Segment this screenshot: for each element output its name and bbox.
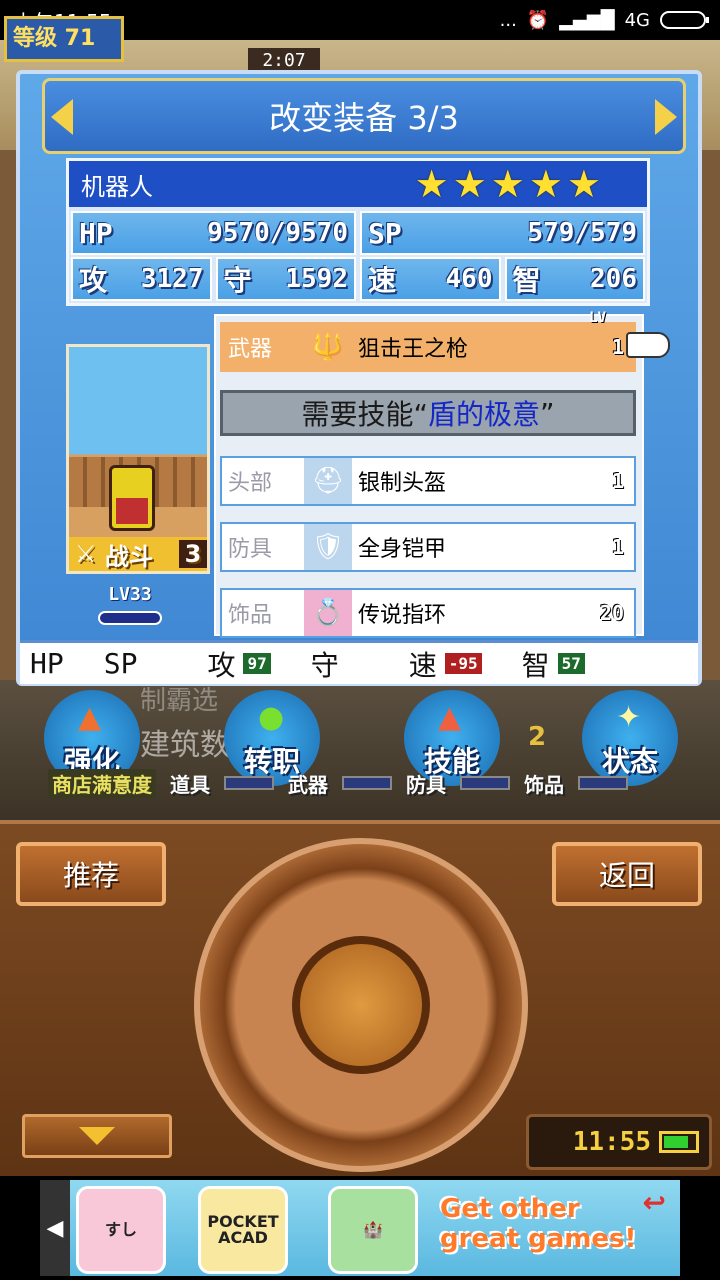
- star-icon: ★: [528, 162, 563, 206]
- previous-arrow-icon[interactable]: [51, 99, 73, 135]
- character-name: 机器人: [81, 172, 153, 201]
- change-equipment-dialog: 改变装备 3/3 机器人 ★ ★ ★ ★ ★ HP 9570/9570 SP 5…: [16, 70, 702, 686]
- control-pad-area: 推荐 返回 11:55: [0, 820, 720, 1176]
- stat-row-attributes: 攻 3127 守 1592 速 460 智 206: [71, 257, 645, 301]
- armor-gauge: [460, 776, 510, 790]
- bg-building-label: 建筑数: [140, 728, 230, 763]
- battery-icon: [660, 11, 709, 29]
- category-weapon: 武器: [288, 772, 328, 797]
- level-badge: 等级 71: [4, 16, 124, 62]
- weapon-gauge: [342, 776, 392, 790]
- category-item: 道具: [170, 772, 210, 797]
- intelligence-stat: 智 206: [504, 257, 645, 301]
- status-icons: ... ⏰ ▂▄▆█ 4G: [499, 9, 709, 31]
- bg-building-count: 2: [528, 722, 547, 752]
- up-arrow-icon: ▲: [78, 700, 102, 735]
- next-arrow-icon[interactable]: [655, 99, 677, 135]
- ad-content[interactable]: ◀ すし POCKET ACAD 🏰 Get other great games…: [40, 1180, 680, 1276]
- sword-icon: ⚔: [75, 540, 97, 568]
- stat-row-hp-sp: HP 9570/9570 SP 579/579: [71, 211, 645, 255]
- shop-satisfaction-row: 商店满意度 道具 武器 防具 饰品: [48, 766, 658, 800]
- ad-link-arrow-icon: ↩: [642, 1186, 666, 1219]
- ad-cta-text[interactable]: Get other great games!: [440, 1194, 670, 1254]
- equip-slot-armor[interactable]: 防具 🛡 全身铠甲 1: [220, 522, 636, 572]
- bonus-defense: 守: [310, 648, 339, 682]
- equip-slot-head[interactable]: 头部 ⛑ 银制头盔 1: [220, 456, 636, 506]
- sparkle-icon: ✦: [616, 700, 642, 735]
- directional-pad[interactable]: [194, 838, 528, 1172]
- dots-icon: ...: [499, 9, 517, 31]
- ad-app-pocket-academy[interactable]: POCKET ACAD: [198, 1186, 288, 1274]
- bonus-intelligence: 智 57: [522, 644, 585, 684]
- ad-banner[interactable]: ◀ すし POCKET ACAD 🏰 Get other great games…: [0, 1176, 720, 1280]
- armor-icon: 🛡: [304, 524, 352, 570]
- game-clock: 11:55: [526, 1114, 712, 1170]
- speed-stat: 速 460: [360, 257, 501, 301]
- bonus-hp: HP: [30, 647, 64, 680]
- category-armor: 防具: [406, 772, 446, 797]
- pointing-hand-icon: [626, 332, 670, 358]
- stat-change-row: HP SP 攻 97 守 速 -95 智 57: [20, 640, 698, 684]
- star-icon: ★: [414, 162, 449, 206]
- required-skill-notice: 需要技能“ 盾的极意”: [220, 390, 636, 436]
- shop-satisfaction-label: 商店满意度: [48, 768, 156, 798]
- ring-icon: 💍: [304, 590, 352, 636]
- accessory-gauge: [578, 776, 628, 790]
- robot-sprite: [109, 465, 155, 531]
- job-badge: ⚔ 战斗 3: [69, 537, 207, 571]
- sp-stat: SP 579/579: [360, 211, 645, 255]
- item-gauge: [224, 776, 274, 790]
- alarm-icon: ⏰: [526, 9, 550, 31]
- dialog-title-bar: 改变装备 3/3: [42, 78, 686, 154]
- character-stats-panel: 机器人 ★ ★ ★ ★ ★ HP 9570/9570 SP 579/579 攻 …: [66, 158, 650, 306]
- character-level: LV33: [98, 584, 162, 632]
- exp-bar: [98, 611, 162, 625]
- star-icon: ★: [452, 162, 487, 206]
- star-icon: ★: [490, 162, 525, 206]
- ad-app-sushi[interactable]: すし: [76, 1186, 166, 1274]
- helmet-icon: ⛑: [304, 458, 352, 504]
- dialog-title: 改变装备 3/3: [269, 99, 459, 137]
- back-button[interactable]: 返回: [552, 842, 702, 906]
- signal-icon: ▂▄▆█: [559, 9, 615, 31]
- lv-tag: LV: [589, 310, 606, 326]
- equip-slot-accessory[interactable]: 饰品 💍 传说指环 20: [220, 588, 636, 638]
- required-skill-name: 盾的极意: [427, 398, 540, 431]
- game-battery-icon: [659, 1131, 699, 1153]
- bonus-speed: 速 -95: [409, 644, 482, 684]
- bonus-attack: 攻 97: [207, 644, 271, 684]
- star-icon: ★: [566, 162, 601, 206]
- attack-stat: 攻 3127: [71, 257, 212, 301]
- bonus-sp: SP: [103, 647, 138, 680]
- scroll-down-button[interactable]: [22, 1114, 172, 1158]
- down-arrow-icon: [79, 1127, 115, 1145]
- equip-slot-weapon[interactable]: 武器 🔱 狙击王之枪 1 LV: [220, 310, 670, 372]
- network-label: 4G: [624, 9, 650, 31]
- rank-stars: ★ ★ ★ ★ ★: [415, 165, 601, 203]
- character-name-row: 机器人 ★ ★ ★ ★ ★: [69, 161, 647, 207]
- equipment-panel: 武器 🔱 狙击王之枪 1 LV 需要技能“ 盾的极意” 头部 ⛑ 银制头盔 1 防…: [214, 310, 670, 638]
- defense-stat: 守 1592: [215, 257, 356, 301]
- ad-app-castle[interactable]: 🏰: [328, 1186, 418, 1274]
- hp-stat: HP 9570/9570: [71, 211, 356, 255]
- category-accessory: 饰品: [524, 772, 564, 797]
- spear-icon: 🔱: [311, 332, 345, 362]
- pad-center-button[interactable]: [292, 936, 430, 1074]
- leaf-icon: ●: [258, 700, 285, 735]
- recommend-button[interactable]: 推荐: [16, 842, 166, 906]
- flame-icon: ▲: [438, 700, 462, 735]
- ad-back-icon[interactable]: ◀: [40, 1180, 70, 1276]
- character-portrait: ⚔ 战斗 3: [66, 344, 210, 574]
